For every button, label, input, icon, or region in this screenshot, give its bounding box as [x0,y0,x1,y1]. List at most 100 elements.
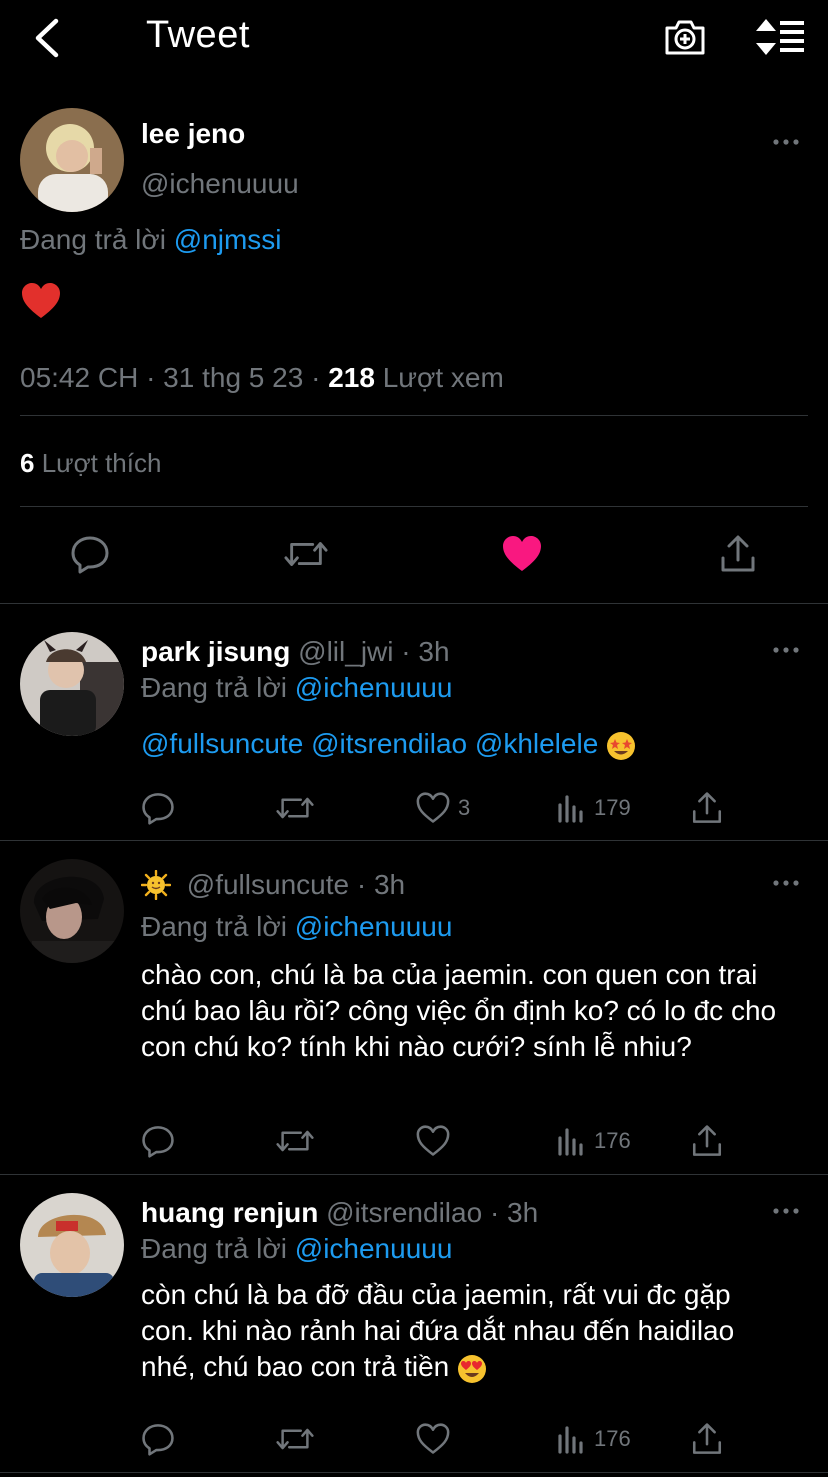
share-icon [721,535,755,572]
views-button[interactable]: 176 [556,1121,631,1161]
divider [20,506,808,507]
reply-header: park jisung @lil_jwi · 3h [141,636,450,668]
avatar[interactable] [20,108,124,212]
retweet-icon [276,1130,314,1152]
top-bar: Tweet [0,0,828,76]
heart-eyes-emoji-icon [458,1354,486,1383]
more-icon [773,1208,799,1214]
like-count: 3 [458,795,471,820]
replying-to: Đang trả lời @ichenuuuu [141,1233,452,1265]
timestamp: · 3h [489,1197,539,1228]
tweet-meta: 05:42 CH · 31 thg 5 23 · 218 Lượt xem [20,362,504,394]
replying-to-link[interactable]: @ichenuuuu [295,1233,453,1264]
share-button[interactable] [690,1121,724,1161]
views-button[interactable]: 176 [556,1419,631,1459]
reply-button[interactable] [68,532,112,576]
reply-button[interactable] [141,788,175,828]
views-count: 176 [594,1128,631,1153]
reply-tweet[interactable]: park jisung @lil_jwi · 3h Đang trả lời @… [0,604,828,840]
views-icon [558,795,583,823]
views-label: Lượt xem [382,362,504,393]
retweet-icon [276,1428,314,1450]
views-icon [558,1128,583,1156]
reply-header: @fullsuncute · 3h [141,869,405,901]
more-button[interactable] [771,873,801,893]
author-handle[interactable]: @fullsuncute [187,869,349,900]
back-button[interactable] [24,12,68,64]
author-name[interactable]: park jisung [141,636,290,667]
reply-button[interactable] [141,1419,175,1459]
like-button[interactable] [416,1419,450,1459]
reply-text: chào con, chú là ba của jaemin. con quen… [141,959,777,1062]
heart-emoji-icon [21,282,61,322]
author-name[interactable]: lee jeno [141,118,245,150]
timestamp: · 3h [356,869,406,900]
camera-plus-icon [665,20,705,55]
reply-tweet[interactable]: huang renjun @itsrendilao · 3h Đang trả … [0,1175,828,1471]
views-count: 218 [328,362,375,393]
like-button[interactable] [416,1121,450,1161]
avatar[interactable] [20,859,124,963]
views-count: 176 [594,1426,631,1451]
share-button[interactable] [716,532,760,576]
page-title: Tweet [146,14,250,56]
author-handle[interactable]: @itsrendilao [326,1197,482,1228]
timestamp: · 3h [401,636,450,667]
reply-text-content: còn chú là ba đỡ đầu của jaemin, rất vui… [141,1279,735,1382]
replying-to: Đang trả lời @ichenuuuu [141,672,452,704]
replying-to: Đang trả lời @njmssi [20,224,282,256]
replying-to-link[interactable]: @ichenuuuu [295,911,453,942]
author-handle[interactable]: @ichenuuuu [141,168,299,200]
reply-icon [142,1126,174,1158]
retweet-button[interactable] [276,1121,314,1161]
mention-links[interactable]: @fullsuncute @itsrendilao @khlelele [141,728,598,759]
sort-button[interactable] [752,12,808,62]
likes-summary[interactable]: 6 Lượt thích [20,448,161,479]
views-count: 179 [594,795,631,820]
retweet-button[interactable] [276,1419,314,1459]
like-button[interactable] [500,532,544,576]
retweet-button[interactable] [284,532,328,576]
replying-to-link[interactable]: @njmssi [174,224,282,255]
avatar[interactable] [20,1193,124,1297]
replying-to-link[interactable]: @ichenuuuu [295,672,453,703]
heart-icon [503,536,541,571]
camera-button[interactable] [660,12,710,62]
more-button[interactable] [771,640,801,660]
share-button[interactable] [690,1419,724,1459]
views-button[interactable]: 179 [556,788,631,828]
reply-text: @fullsuncute @itsrendilao @khlelele [141,726,791,762]
share-icon [692,792,722,823]
replying-prefix: Đang trả lời [20,224,166,255]
star-struck-emoji-icon [607,731,636,760]
reply-icon [142,1424,174,1456]
replying-to: Đang trả lời @ichenuuuu [141,911,452,943]
reply-tweet[interactable]: @fullsuncute · 3h Đang trả lời @ichenuuu… [0,841,828,1174]
replying-prefix: Đang trả lời [141,911,287,942]
retweet-button[interactable] [276,788,314,828]
author-handle[interactable]: @lil_jwi [298,636,393,667]
author-name[interactable]: huang renjun [141,1197,318,1228]
views-icon [558,1426,583,1454]
main-tweet: lee jeno @ichenuuuu Đang trả lời @njmssi… [0,96,828,606]
more-icon [773,647,799,653]
more-button[interactable] [771,132,801,152]
more-button[interactable] [771,1201,801,1221]
heart-icon [416,792,450,823]
likes-count: 6 [20,448,35,478]
replying-prefix: Đang trả lời [141,672,287,703]
sort-icon [756,19,804,55]
divider [20,415,808,416]
more-icon [773,880,799,886]
sun-emoji-icon [141,869,171,900]
reply-button[interactable] [141,1121,175,1161]
share-button[interactable] [690,788,724,828]
retweet-icon [284,542,328,566]
avatar[interactable] [20,632,124,736]
likes-label: Lượt thích [41,448,162,478]
divider [0,1472,828,1473]
timestamp: 05:42 CH · 31 thg 5 23 · [20,362,321,393]
chevron-left-icon [35,18,59,58]
like-button[interactable]: 3 [416,788,470,828]
more-icon [773,139,799,145]
